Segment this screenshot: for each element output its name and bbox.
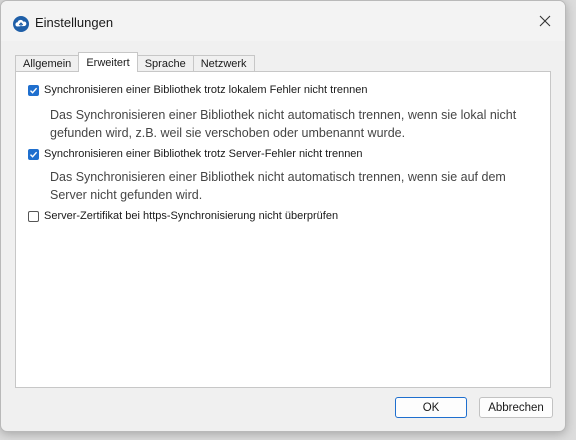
advanced-settings-panel: Synchronisieren einer Bibliothek trotz l… [15,71,551,388]
option-ignore-local-errors[interactable]: Synchronisieren einer Bibliothek trotz l… [28,84,367,96]
checkmark-icon [30,151,38,158]
title-bar: Einstellungen [1,1,565,41]
option-ignore-server-errors[interactable]: Synchronisieren einer Bibliothek trotz S… [28,148,363,160]
checkbox-checked[interactable] [28,148,39,160]
option-label: Synchronisieren einer Bibliothek trotz S… [44,148,363,160]
checkmark-icon [30,87,38,94]
close-icon [539,14,551,32]
tab-erweitert[interactable]: Erweitert [78,52,138,72]
close-button[interactable] [531,9,559,37]
option-label: Synchronisieren einer Bibliothek trotz l… [44,84,368,96]
option-description: Das Synchronisieren einer Bibliothek nic… [50,108,517,140]
settings-dialog: Einstellungen Allgemein Erweitert Sprach… [0,0,566,432]
option-skip-cert-check[interactable]: Server-Zertifikat bei https-Synchronisie… [28,210,338,222]
cancel-button[interactable]: Abbrechen [479,397,553,418]
option-description: Das Synchronisieren einer Bibliothek nic… [50,170,506,202]
tab-allgemein[interactable]: Allgemein [15,55,80,72]
tab-bar: Allgemein Erweitert Sprache Netzwerk [15,52,255,72]
tab-sprache[interactable]: Sprache [136,55,194,72]
checkbox-unchecked[interactable] [28,210,39,222]
window-title: Einstellungen [35,15,114,30]
ok-button[interactable]: OK [395,397,467,418]
checkbox-checked[interactable] [28,84,39,96]
app-logo-icon [13,16,29,32]
tab-netzwerk[interactable]: Netzwerk [192,55,255,72]
option-label: Server-Zertifikat bei https-Synchronisie… [44,210,339,222]
